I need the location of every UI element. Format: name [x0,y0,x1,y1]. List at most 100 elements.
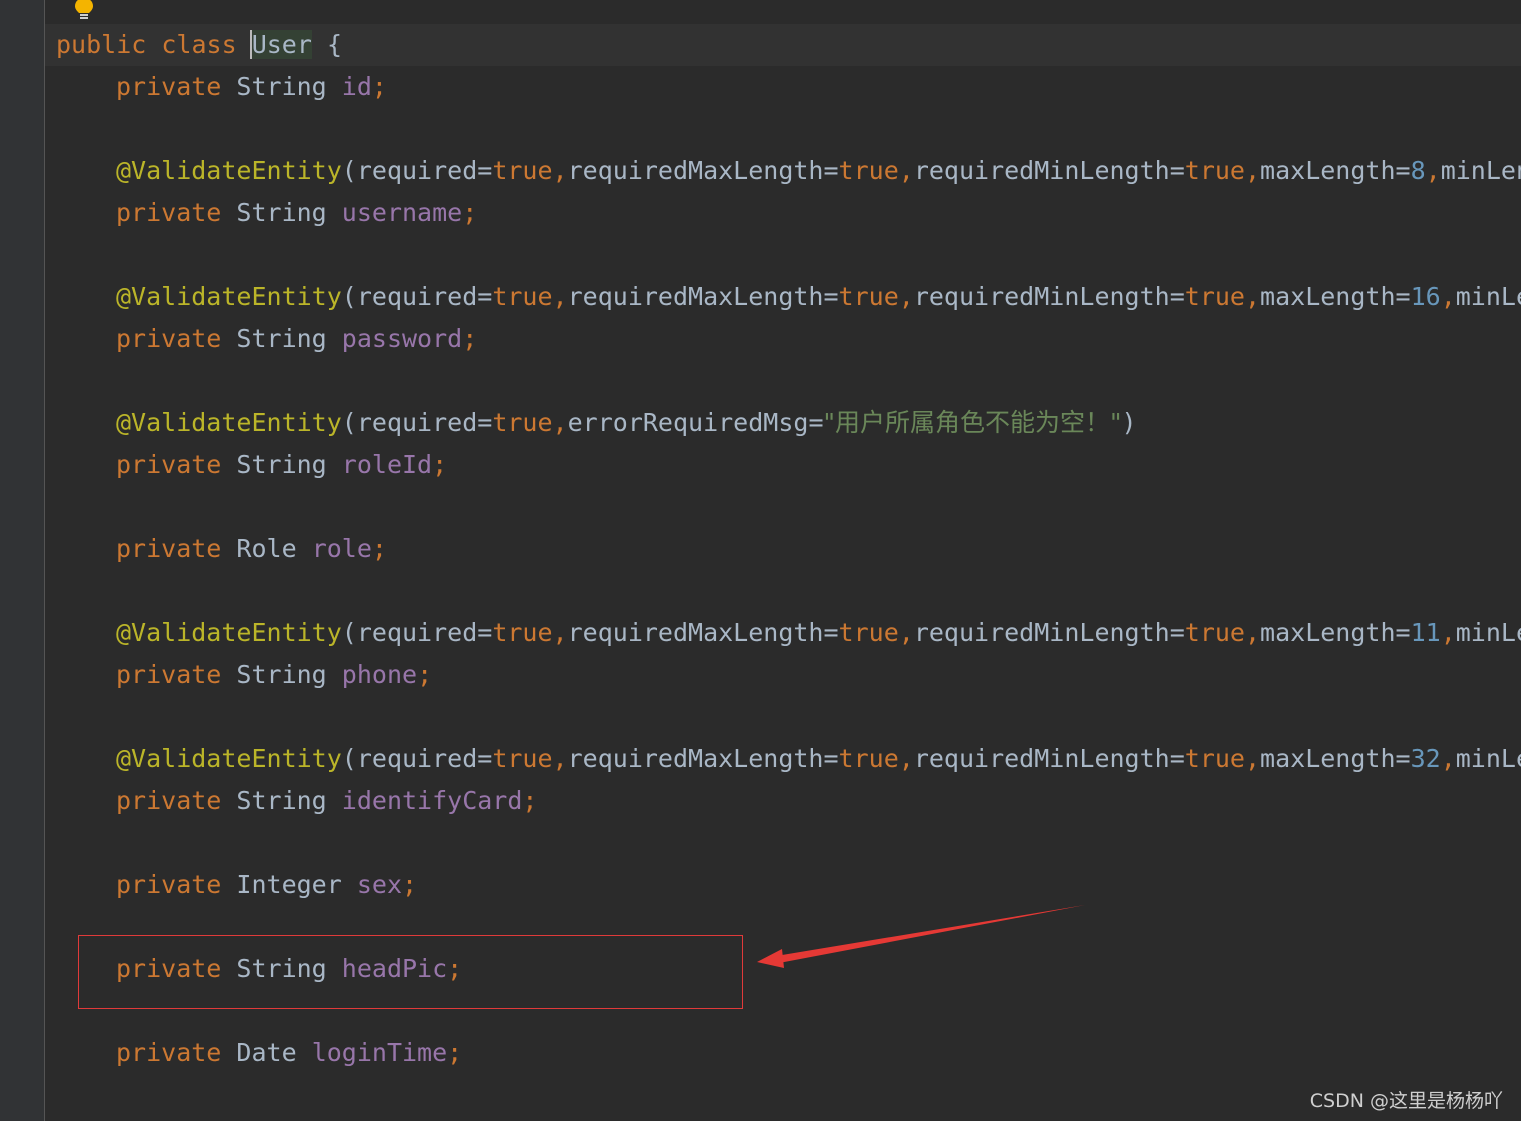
field-line-id[interactable]: private String id; [116,66,387,108]
annotation-line-phone[interactable]: @ValidateEntity(required=true,requiredMa… [116,612,1521,654]
keyword-public: public [56,30,147,59]
comma: , [552,282,568,311]
comma: , [552,408,568,437]
param-truncated: minLen [1440,156,1521,185]
field-line-role[interactable]: private Role role; [116,528,387,570]
field-line-headPic[interactable]: private String headPic; [116,948,462,990]
comma: , [898,156,914,185]
equals: = [823,156,839,185]
field-type: String [236,786,327,815]
field-line-password[interactable]: private String password; [116,318,477,360]
field-line-sex[interactable]: private Integer sex; [116,864,417,906]
equals: = [1169,156,1185,185]
paren: ( [341,408,357,437]
field-line-username[interactable]: private String username; [116,192,477,234]
annotation-name: @ValidateEntity [116,408,342,437]
field-name: sex [356,870,402,899]
field-name: role [311,534,372,563]
equals: = [823,282,839,311]
param: errorRequiredMsg [567,408,809,437]
annotation-line-password[interactable]: @ValidateEntity(required=true,requiredMa… [116,276,1521,318]
field-line-phone[interactable]: private String phone; [116,654,432,696]
field-name: phone [341,660,418,689]
semicolon: ; [402,870,418,899]
comma: , [898,618,914,647]
equals: = [1395,156,1411,185]
comma: , [1440,282,1456,311]
param: required [356,744,478,773]
lightbulb-icon[interactable] [74,0,94,22]
param: maxLength [1260,282,1396,311]
class-name[interactable]: User [249,30,312,59]
field-name: id [341,72,372,101]
number-value: 8 [1410,156,1426,185]
semicolon: ; [522,786,538,815]
annotation-line-roleId[interactable]: @ValidateEntity(required=true,errorRequi… [116,402,1137,444]
paren: ( [341,744,357,773]
field-type: String [236,198,327,227]
annotation-name: @ValidateEntity [116,744,342,773]
keyword-private: private [116,72,222,101]
semicolon: ; [371,72,387,101]
comma: , [552,156,568,185]
equals: = [823,618,839,647]
equals: = [1395,618,1411,647]
equals: = [477,618,493,647]
value: true [492,744,553,773]
comma: , [1244,744,1261,773]
value: true [1184,618,1245,647]
annotation-name: @ValidateEntity [116,618,342,647]
param: maxLength [1260,618,1396,647]
equals: = [477,282,493,311]
field-type: String [236,954,327,983]
string-literal: "用户所属角色不能为空！" [823,408,1122,437]
param: maxLength [1260,744,1396,773]
comma: , [1244,282,1261,311]
field-type: String [236,660,327,689]
value: true [838,282,899,311]
equals: = [477,744,493,773]
equals: = [1395,744,1411,773]
number-value: 32 [1410,744,1441,773]
comma: , [1244,156,1261,185]
field-name: username [341,198,463,227]
paren: ) [1121,408,1137,437]
keyword-private: private [116,198,222,227]
keyword-private: private [116,786,222,815]
keyword-private: private [116,954,222,983]
semicolon: ; [447,954,463,983]
equals: = [477,156,493,185]
semicolon: ; [462,198,478,227]
code-editor[interactable]: public class User { private String id; @… [0,0,1521,1121]
annotation-line-identifyCard[interactable]: @ValidateEntity(required=true,requiredMa… [116,738,1521,780]
param: required [356,618,478,647]
watermark: CSDN @这里是杨杨吖 [1309,1090,1503,1112]
field-line-roleId[interactable]: private String roleId; [116,444,447,486]
annotation-line-username[interactable]: @ValidateEntity(required=true,requiredMa… [116,150,1521,192]
param: required [356,156,478,185]
semicolon: ; [371,534,387,563]
comma: , [898,282,914,311]
editor-gutter[interactable] [0,0,45,1121]
param: requiredMinLength [913,618,1170,647]
field-line-identifyCard[interactable]: private String identifyCard; [116,780,537,822]
keyword-private: private [116,1038,222,1067]
class-declaration-line[interactable]: public class User { [56,24,342,66]
field-line-loginTime[interactable]: private Date loginTime; [116,1032,462,1074]
value: true [1184,156,1245,185]
comma: , [1425,156,1441,185]
field-name: headPic [341,954,448,983]
value: true [492,282,553,311]
